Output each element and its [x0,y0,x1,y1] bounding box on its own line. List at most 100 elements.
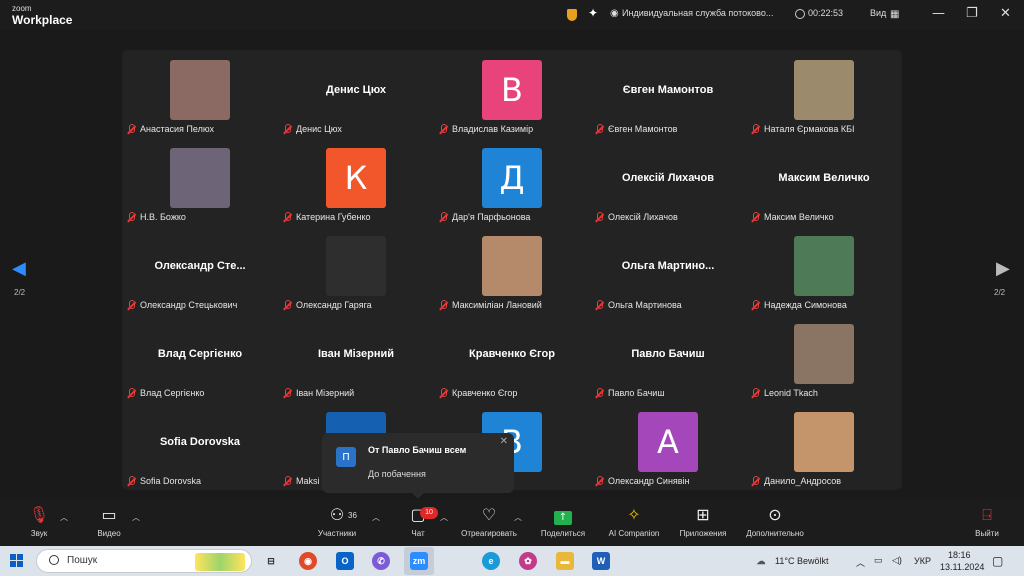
muted-mic-icon [438,299,448,311]
tray-chevron-icon[interactable]: ︿ [856,556,865,569]
participants-icon: ⚇ [329,505,345,524]
muted-mic-icon [594,211,604,223]
muted-mic-icon [438,211,448,223]
participant-name-label: Влад Сергієнко [126,386,204,400]
muted-mic-icon [594,123,604,135]
participant-tile[interactable]: Д Дар'я Парфьонова [434,138,590,226]
chrome-icon[interactable]: ◉ [299,552,317,570]
participant-tile[interactable]: А Олександр Синявін [590,402,746,490]
leave-button[interactable]: ⍈ Выйти [952,504,1022,538]
video-label: Видео [97,529,121,538]
clock-icon [795,9,805,19]
close-toast-icon[interactable]: ✕ [500,436,508,447]
participant-tile[interactable]: В Владислав Казимір [434,50,590,138]
participant-tile[interactable]: Кравченко Єгор Кравченко Єгор [434,314,590,402]
participant-tile[interactable]: Олександр Гаряга [278,226,434,314]
restore-button[interactable]: ❐ [966,6,978,21]
weather-cloud-icon[interactable]: ☁ [752,552,770,570]
word-icon[interactable]: W [592,552,610,570]
network-icon[interactable]: ▭ [874,555,883,566]
participant-tile[interactable]: Sofia Dorovska Sofia Dorovska [122,402,278,490]
participant-name: Євген Мамонтов [608,124,678,134]
react-options-chevron-icon[interactable]: ︿ [514,512,522,523]
participant-photo [794,60,854,120]
audio-options-chevron-icon[interactable]: ︿ [60,512,68,523]
participant-tile[interactable]: Олександр Сте... Олександр Стецькович [122,226,278,314]
previous-page-arrow-icon[interactable]: ◀ [12,258,26,279]
participant-name: Sofia Dorovska [140,476,202,486]
grid-view-icon[interactable]: ▦ [890,9,899,20]
participant-tile[interactable]: Павло Бачиш Павло Бачиш [590,314,746,402]
participant-tile[interactable]: Н.В. Божко [122,138,278,226]
notifications-icon[interactable]: ▢ [992,554,1003,568]
participant-tile[interactable]: К Катерина Губенко [278,138,434,226]
participant-tile[interactable]: Денис Цюх Денис Цюх [278,50,434,138]
more-label: Дополнительно [746,529,804,538]
participant-name-label: Павло Бачиш [594,386,665,400]
participant-grid: Анастасия Пелюх Денис Цюх Денис Цюх В Владис… [122,50,902,490]
muted-mic-icon [750,123,760,135]
participant-display-name: Кравченко Єгор [469,348,555,360]
clock-date[interactable]: 13.11.2024 [940,562,984,572]
search-icon [49,555,59,565]
participants-options-chevron-icon[interactable]: ︿ [372,512,380,523]
chat-options-chevron-icon[interactable]: ︿ [440,512,448,523]
participant-tile[interactable]: Надежда Симонова [746,226,902,314]
language-indicator[interactable]: УКР [914,556,931,566]
participant-photo [170,148,230,208]
viber-icon[interactable]: ✆ [372,552,390,570]
participant-tile[interactable]: Анастасия Пелюх [122,50,278,138]
ai-sparkle-icon[interactable]: ✦ [588,6,598,20]
page-indicator-right: 2/2 [994,288,1006,297]
edge-icon[interactable]: e [482,552,500,570]
participant-name-label: Максим Величко [750,210,834,224]
participant-name: Олександр Стецькович [140,300,238,310]
participant-display-name: Денис Цюх [326,84,386,96]
muted-mic-icon [750,475,760,487]
view-button[interactable]: Вид [870,8,886,18]
ai-label: AI Companion [608,529,660,538]
participant-tile[interactable]: Наталя Єрмакова КБІ [746,50,902,138]
participant-name: Наталя Єрмакова КБІ [764,124,855,134]
outlook-icon[interactable]: O [336,552,354,570]
task-view-icon[interactable]: ⊟ [262,552,280,570]
participant-tile[interactable]: Ольга Мартино... Ольга Мартинова [590,226,746,314]
chat-message: До побачення [368,469,426,479]
participant-tile[interactable]: Максим Величко Максим Величко [746,138,902,226]
security-shield-icon[interactable] [567,9,577,21]
meeting-title[interactable]: Индивидуальная служба потоково... [622,8,773,18]
participant-tile[interactable]: Іван Мізерний Іван Мізерний [278,314,434,402]
participant-name-label: Sofia Dorovska [126,474,201,488]
clock-time[interactable]: 18:16 [948,550,971,560]
participant-name: Іван Мізерний [296,388,355,398]
paint-icon[interactable]: ✿ [519,552,537,570]
share-button[interactable]: ↑ Поделиться [528,504,598,538]
participant-name-label: Олексій Лихачов [594,210,678,224]
next-page-arrow-icon[interactable]: ▶ [996,258,1010,279]
taskbar-search[interactable]: Пошук [36,549,252,573]
weather-text[interactable]: 11°C Bewölkt [775,556,828,566]
participant-tile[interactable]: Євген Мамонтов Євген Мамонтов [590,50,746,138]
file-explorer-icon[interactable]: ▬ [556,552,574,570]
close-window-button[interactable]: ✕ [1000,6,1011,21]
volume-icon[interactable]: ◁) [892,555,902,566]
participant-name: Катерина Губенко [296,212,371,222]
participant-display-name: Sofia Dorovska [159,436,241,448]
zoom-taskbar-icon[interactable]: zm [410,552,428,570]
zoom-logo: zoom Workplace [12,4,72,26]
more-button[interactable]: ⊙ Дополнительно [740,504,810,538]
minimize-button[interactable]: — [932,6,945,21]
participant-tile[interactable]: Влад Сергієнко Влад Сергієнко [122,314,278,402]
participant-tile[interactable]: Олексій Лихачов Олексій Лихачов [590,138,746,226]
ai-companion-button[interactable]: ✧ AI Companion [599,504,669,538]
participants-button[interactable]: ⚇ Участники [302,504,372,538]
chat-notification[interactable]: П От Павло Бачиш всем До побачення ✕ [322,433,514,499]
participant-tile[interactable]: Leonid Tkach [746,314,902,402]
search-placeholder: Пошук [67,555,98,566]
apps-button[interactable]: ⊞ Приложения [668,504,738,538]
windows-start-icon[interactable] [10,554,24,568]
participant-tile[interactable]: Максиміліан Лановий [434,226,590,314]
video-options-chevron-icon[interactable]: ︿ [132,512,140,523]
participant-display-name: Ольга Мартино... [621,260,715,272]
participant-tile[interactable]: Данило_Андросов [746,402,902,490]
